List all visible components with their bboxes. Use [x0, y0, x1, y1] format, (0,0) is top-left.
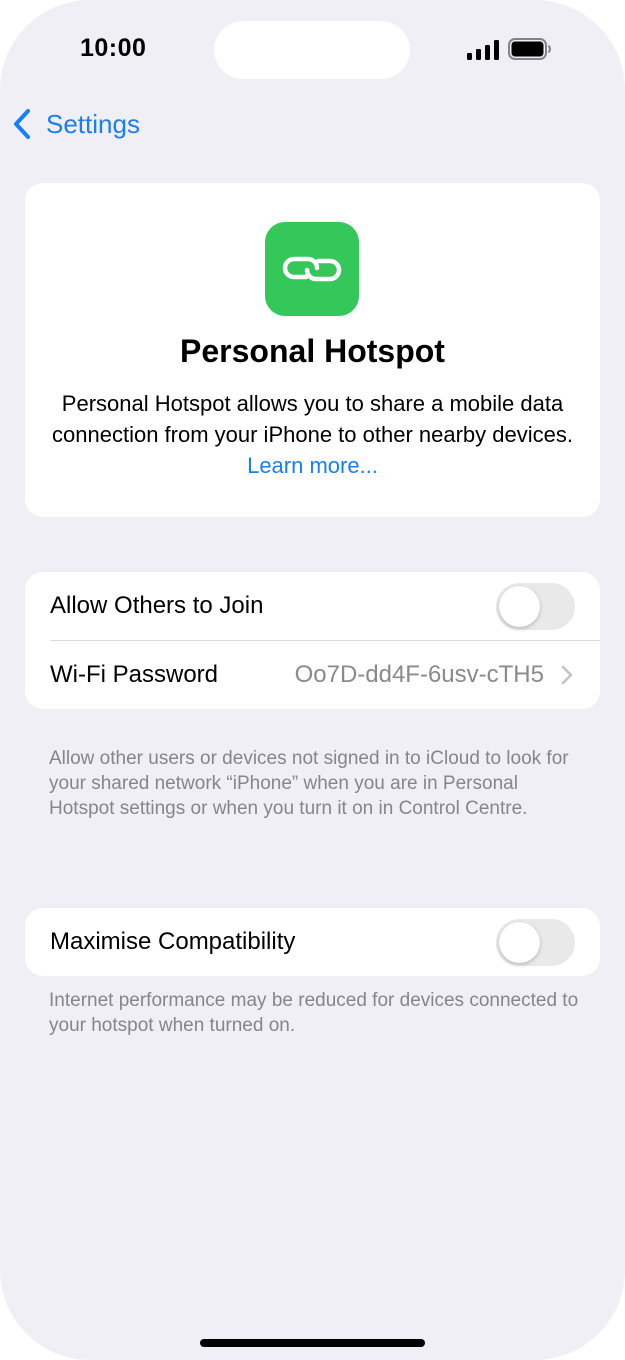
allow-others-toggle[interactable]	[496, 583, 575, 630]
chevron-right-icon	[561, 665, 573, 685]
dynamic-island	[214, 21, 410, 79]
link-icon	[265, 222, 359, 316]
maximise-compatibility-label: Maximise Compatibility	[50, 928, 296, 955]
toggle-knob	[499, 922, 540, 963]
wifi-password-value: Oo7D-dd4F-6usv-cTH5	[294, 661, 544, 688]
description-text: Personal Hotspot allows you to share a m…	[52, 391, 573, 447]
hotspot-settings-group: Allow Others to Join Wi-Fi Password Oo7D…	[25, 572, 600, 709]
maximise-compatibility-toggle[interactable]	[496, 919, 575, 966]
hotspot-description: Personal Hotspot allows you to share a m…	[45, 388, 580, 481]
page-title: Personal Hotspot	[180, 333, 445, 369]
chevron-left-icon	[14, 109, 30, 139]
home-indicator[interactable]	[200, 1339, 425, 1347]
allow-others-label: Allow Others to Join	[50, 592, 264, 619]
phone-screen: 10:00 Settings Personal Hotspot Personal…	[0, 0, 625, 1360]
maximise-compatibility-row: Maximise Compatibility	[25, 908, 600, 976]
back-button[interactable]: Settings	[10, 104, 140, 144]
compatibility-footnote: Internet performance may be reduced for …	[49, 990, 579, 1036]
toggle-knob	[499, 586, 540, 627]
learn-more-link[interactable]: Learn more...	[247, 453, 378, 478]
cellular-signal-icon	[467, 40, 499, 60]
compatibility-group: Maximise Compatibility	[25, 908, 600, 976]
wifi-password-row[interactable]: Wi-Fi Password Oo7D-dd4F-6usv-cTH5	[25, 641, 600, 709]
wifi-password-label: Wi-Fi Password	[50, 661, 219, 688]
battery-icon	[508, 38, 551, 60]
status-time: 10:00	[80, 34, 147, 62]
allow-others-footnote: Allow other users or devices not signed …	[49, 748, 569, 819]
back-label: Settings	[46, 108, 140, 139]
allow-others-row: Allow Others to Join	[25, 572, 600, 641]
